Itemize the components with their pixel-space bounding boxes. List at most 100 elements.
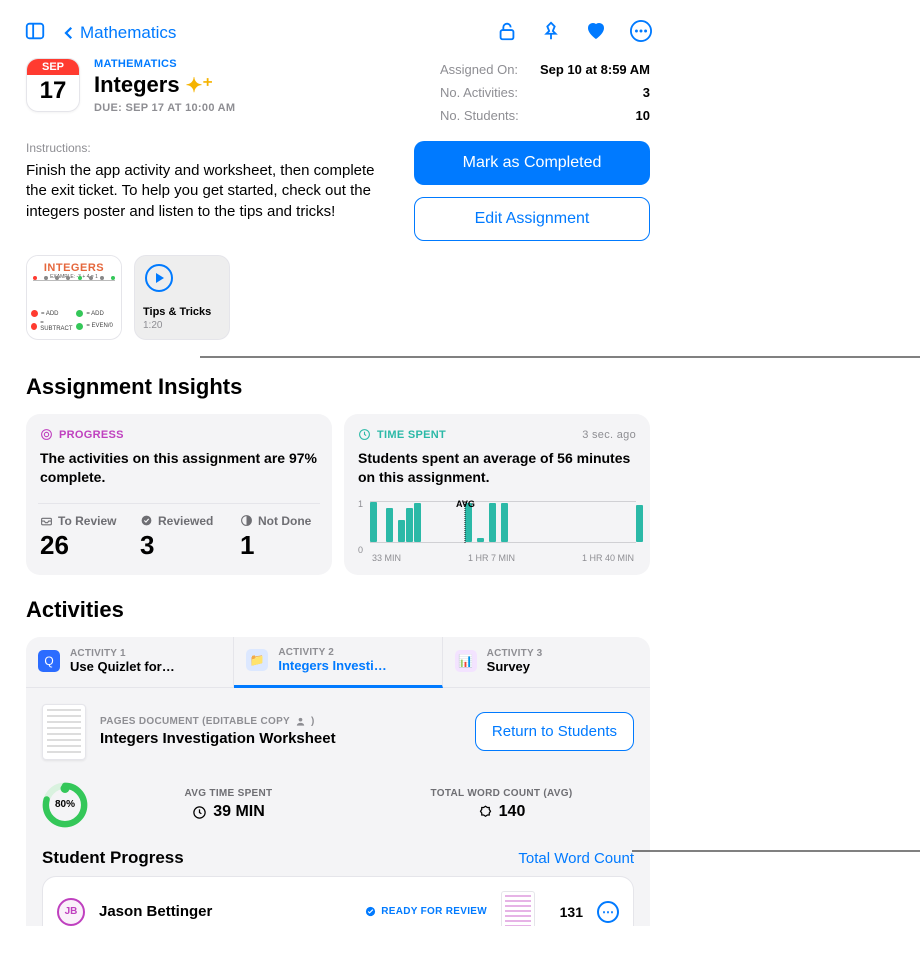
chart-bar: [636, 505, 643, 542]
instructions: Instructions: Finish the app activity an…: [26, 141, 396, 222]
activity-tab-icon: Q: [38, 650, 60, 672]
badge-icon: [478, 805, 493, 820]
sidebar-toggle-icon[interactable]: [24, 20, 46, 47]
calendar-badge: SEP 17: [26, 58, 80, 112]
assignment-meta: Assigned On:Sep 10 at 8:59 AM No. Activi…: [440, 58, 650, 127]
back-label: Mathematics: [80, 23, 176, 43]
person-icon: [295, 716, 306, 727]
document-title: Integers Investigation Worksheet: [100, 730, 461, 747]
return-to-students-button[interactable]: Return to Students: [475, 712, 634, 751]
student-progress-header: Student Progress Total Word Count: [26, 846, 650, 876]
more-menu-icon[interactable]: [630, 20, 652, 47]
activity-tabs: Q ACTIVITY 1 Use Quizlet for…📁 ACTIVITY …: [26, 637, 650, 688]
video-duration: 1:20: [143, 320, 221, 331]
assignment-insights-heading: Assignment Insights: [10, 340, 666, 404]
student-status: READY FOR REVIEW: [365, 906, 487, 917]
progress-label: PROGRESS: [40, 428, 124, 441]
unlock-icon[interactable]: [496, 20, 518, 47]
tab-label: Integers Investi…: [278, 658, 386, 673]
chart-bar: [501, 503, 508, 541]
nav-bar: Mathematics: [10, 10, 666, 54]
word-count-value: 140: [369, 803, 634, 821]
total-word-count-link[interactable]: Total Word Count: [518, 850, 634, 867]
student-doc-thumbnail-icon[interactable]: [501, 891, 535, 926]
play-icon: [145, 264, 173, 292]
edit-assignment-button[interactable]: Edit Assignment: [414, 197, 650, 241]
chart-bar: [489, 503, 496, 542]
activity-tab-icon: 📊: [455, 650, 477, 672]
chart-bar: [386, 508, 393, 542]
to-review-value: 26: [40, 530, 118, 561]
poster-title: INTEGERS: [27, 262, 121, 274]
chart-bar: [414, 503, 421, 542]
y-axis-0: 0: [358, 545, 363, 555]
num-activities-value: 3: [643, 85, 650, 100]
assignment-header: SEP 17 MATHEMATICS Integers ✦⁺ DUE: SEP …: [10, 54, 666, 127]
activity-tab-3[interactable]: 📊 ACTIVITY 3 Survey: [443, 637, 650, 687]
chart-bar: [370, 502, 377, 542]
num-students-label: No. Students:: [440, 108, 519, 123]
x-tick-1: 1 HR 7 MIN: [468, 553, 515, 563]
to-review-label: To Review: [40, 514, 118, 528]
num-activities-label: No. Activities:: [440, 85, 518, 100]
chart-bar: [406, 508, 413, 542]
attachments-row: INTEGERS EXAMPLE: -3 + 4 = 1 = ADD = ADD…: [10, 241, 666, 340]
favorite-icon[interactable]: [584, 18, 608, 48]
reviewed-value: 3: [140, 530, 218, 561]
assignment-title: Integers ✦⁺: [94, 72, 426, 98]
student-avatar: JB: [57, 898, 85, 926]
legend-add2: = ADD: [86, 311, 104, 317]
pin-icon[interactable]: [540, 20, 562, 47]
activity-kpis: 80% AVG TIME SPENT 39 MIN TOTAL WORD COU…: [26, 776, 650, 846]
activities-panel: Q ACTIVITY 1 Use Quizlet for…📁 ACTIVITY …: [26, 637, 650, 926]
checkmark-circle-icon: [140, 514, 153, 527]
attachment-poster[interactable]: INTEGERS EXAMPLE: -3 + 4 = 1 = ADD = ADD…: [26, 255, 122, 340]
chevron-left-icon: [60, 24, 78, 42]
activity-tab-2[interactable]: 📁 ACTIVITY 2 Integers Investi…: [234, 637, 442, 688]
document-thumbnail-icon[interactable]: [42, 704, 86, 760]
clock-icon: [192, 805, 207, 820]
attachment-video[interactable]: Tips & Tricks 1:20: [134, 255, 230, 340]
activity-tab-1[interactable]: Q ACTIVITY 1 Use Quizlet for…: [26, 637, 234, 687]
activity-tab-icon: 📁: [246, 649, 268, 671]
x-tick-0: 33 MIN: [372, 553, 401, 563]
completion-ring: 80%: [42, 782, 88, 828]
student-row[interactable]: JB Jason Bettinger READY FOR REVIEW 131: [43, 877, 633, 926]
tab-kicker: ACTIVITY 2: [278, 647, 386, 658]
chart-bar: [477, 538, 484, 542]
mark-completed-button[interactable]: Mark as Completed: [414, 141, 650, 185]
activities-heading: Activities: [10, 575, 666, 627]
document-kicker: PAGES DOCUMENT (EDITABLE COPY ): [100, 716, 461, 727]
ready-icon: [365, 906, 376, 917]
video-title: Tips & Tricks: [143, 306, 221, 318]
completion-percent: 80%: [42, 782, 88, 828]
legend-even: = EVEN/0: [86, 323, 113, 329]
due-date: DUE: SEP 17 AT 10:00 AM: [94, 102, 426, 114]
calendar-month: SEP: [27, 59, 79, 75]
time-updated-ago: 3 sec. ago: [582, 429, 636, 441]
time-chart: 1 0 AVG 33 MIN 1 HR 7 MIN 1 HR 40 MIN: [358, 501, 636, 561]
x-tick-2: 1 HR 40 MIN: [582, 553, 634, 563]
assignment-title-text: Integers: [94, 72, 180, 98]
y-axis-1: 1: [358, 499, 363, 509]
student-progress-heading: Student Progress: [42, 848, 184, 868]
progress-card[interactable]: PROGRESS The activities on this assignme…: [26, 414, 332, 575]
student-more-button[interactable]: [597, 901, 619, 923]
tab-label: Use Quizlet for…: [70, 659, 175, 674]
tab-label: Survey: [487, 659, 543, 674]
time-spent-card[interactable]: TIME SPENT 3 sec. ago Students spent an …: [344, 414, 650, 575]
chart-bar: [398, 520, 405, 542]
student-list: JB Jason Bettinger READY FOR REVIEW 131 …: [42, 876, 634, 926]
legend-add: = ADD: [41, 311, 59, 317]
progress-summary: The activities on this assignment are 97…: [40, 449, 318, 487]
avg-marker-line: [465, 501, 466, 543]
sparkle-icon: ✦⁺: [186, 73, 213, 98]
time-spent-label: TIME SPENT: [358, 428, 446, 441]
reviewed-label: Reviewed: [140, 514, 218, 528]
tab-kicker: ACTIVITY 1: [70, 648, 175, 659]
half-circle-icon: [240, 514, 253, 527]
clock-icon: [358, 428, 371, 441]
tab-kicker: ACTIVITY 3: [487, 648, 543, 659]
back-button[interactable]: Mathematics: [60, 23, 176, 43]
student-name: Jason Bettinger: [99, 903, 351, 920]
